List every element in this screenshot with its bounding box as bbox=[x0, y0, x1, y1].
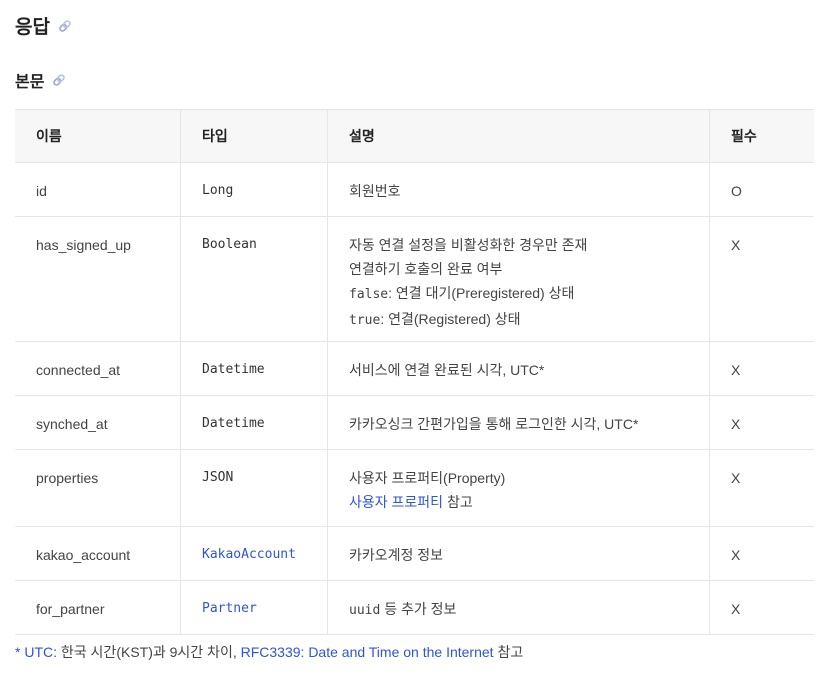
desc-line: true: 연결(Registered) 상태 bbox=[349, 307, 688, 333]
desc-line: 연결하기 호출의 완료 여부 bbox=[349, 261, 503, 277]
desc-text: : 연결 대기(Preregistered) 상태 bbox=[388, 285, 575, 301]
desc-line: false: 연결 대기(Preregistered) 상태 bbox=[349, 281, 688, 307]
desc-text: 등 추가 정보 bbox=[380, 601, 457, 617]
table-row: for_partner Partner uuid 등 추가 정보 X bbox=[15, 580, 814, 635]
cell-description: 카카오계정 정보 bbox=[327, 526, 710, 581]
cell-required: X bbox=[709, 395, 814, 450]
table-row: has_signed_up Boolean 자동 연결 설정을 비활성화한 경우… bbox=[15, 216, 814, 342]
cell-type: Boolean bbox=[180, 216, 328, 342]
desc-text: : 연결(Registered) 상태 bbox=[380, 311, 521, 327]
cell-name: properties bbox=[15, 449, 181, 527]
response-body-table: 이름 타입 설명 필수 id Long 회원번호 O has_signed_up… bbox=[15, 109, 814, 635]
cell-name: synched_at bbox=[15, 395, 181, 450]
rfc3339-link[interactable]: RFC3339: Date and Time on the Internet bbox=[241, 644, 494, 660]
desc-line: 사용자 프로퍼티(Property) bbox=[349, 470, 506, 486]
cell-required: X bbox=[709, 449, 814, 527]
header-name: 이름 bbox=[15, 109, 181, 163]
cell-name: id bbox=[15, 162, 181, 217]
cell-description: 서비스에 연결 완료된 시각, UTC* bbox=[327, 341, 710, 396]
user-property-link[interactable]: 사용자 프로퍼티 bbox=[349, 494, 443, 510]
link-icon[interactable] bbox=[58, 19, 72, 33]
cell-name: has_signed_up bbox=[15, 216, 181, 342]
footnote-text: 참고 bbox=[493, 644, 524, 660]
section-title-text: 응답 bbox=[15, 17, 50, 38]
partner-type-link[interactable]: Partner bbox=[180, 580, 328, 635]
table-row: synched_at Datetime 카카오싱크 간편가입을 통해 로그인한 … bbox=[15, 395, 814, 450]
kakao-account-type-link[interactable]: KakaoAccount bbox=[180, 526, 328, 581]
table-row: properties JSON 사용자 프로퍼티(Property) 사용자 프… bbox=[15, 449, 814, 527]
cell-required: O bbox=[709, 162, 814, 217]
link-icon[interactable] bbox=[52, 73, 66, 87]
cell-description: 회원번호 bbox=[327, 162, 710, 217]
table-header-row: 이름 타입 설명 필수 bbox=[15, 109, 814, 163]
table-row: id Long 회원번호 O bbox=[15, 162, 814, 217]
utc-link[interactable]: * UTC bbox=[15, 644, 53, 660]
desc-text: 참고 bbox=[443, 494, 473, 510]
code-false: false bbox=[349, 287, 389, 302]
cell-type: Datetime bbox=[180, 341, 328, 396]
cell-description: 자동 연결 설정을 비활성화한 경우만 존재 연결하기 호출의 완료 여부 fa… bbox=[327, 216, 710, 342]
table-row: connected_at Datetime 서비스에 연결 완료된 시각, UT… bbox=[15, 341, 814, 396]
header-type: 타입 bbox=[180, 109, 328, 163]
footnote: * UTC: 한국 시간(KST)과 9시간 차이, RFC3339: Date… bbox=[15, 642, 523, 662]
cell-type: Datetime bbox=[180, 395, 328, 450]
cell-required: X bbox=[709, 216, 814, 342]
code-uuid: uuid bbox=[349, 603, 381, 618]
header-required: 필수 bbox=[709, 109, 814, 163]
table-row: kakao_account KakaoAccount 카카오계정 정보 X bbox=[15, 526, 814, 581]
cell-description: uuid 등 추가 정보 bbox=[327, 580, 710, 635]
cell-name: for_partner bbox=[15, 580, 181, 635]
footnote-text: : 한국 시간(KST)과 9시간 차이, bbox=[53, 644, 241, 660]
cell-description: 사용자 프로퍼티(Property) 사용자 프로퍼티 참고 bbox=[327, 449, 710, 527]
section-title-response: 응답 bbox=[15, 12, 72, 39]
code-true: true bbox=[349, 313, 381, 328]
cell-description: 카카오싱크 간편가입을 통해 로그인한 시각, UTC* bbox=[327, 395, 710, 450]
cell-required: X bbox=[709, 341, 814, 396]
cell-type: JSON bbox=[180, 449, 328, 527]
subsection-title-text: 본문 bbox=[15, 74, 45, 91]
cell-required: X bbox=[709, 526, 814, 581]
cell-name: connected_at bbox=[15, 341, 181, 396]
desc-line: 자동 연결 설정을 비활성화한 경우만 존재 bbox=[349, 237, 588, 253]
subsection-title-body: 본문 bbox=[15, 68, 66, 92]
cell-required: X bbox=[709, 580, 814, 635]
header-description: 설명 bbox=[327, 109, 710, 163]
desc-line: 사용자 프로퍼티 참고 bbox=[349, 490, 688, 514]
cell-name: kakao_account bbox=[15, 526, 181, 581]
cell-type: Long bbox=[180, 162, 328, 217]
